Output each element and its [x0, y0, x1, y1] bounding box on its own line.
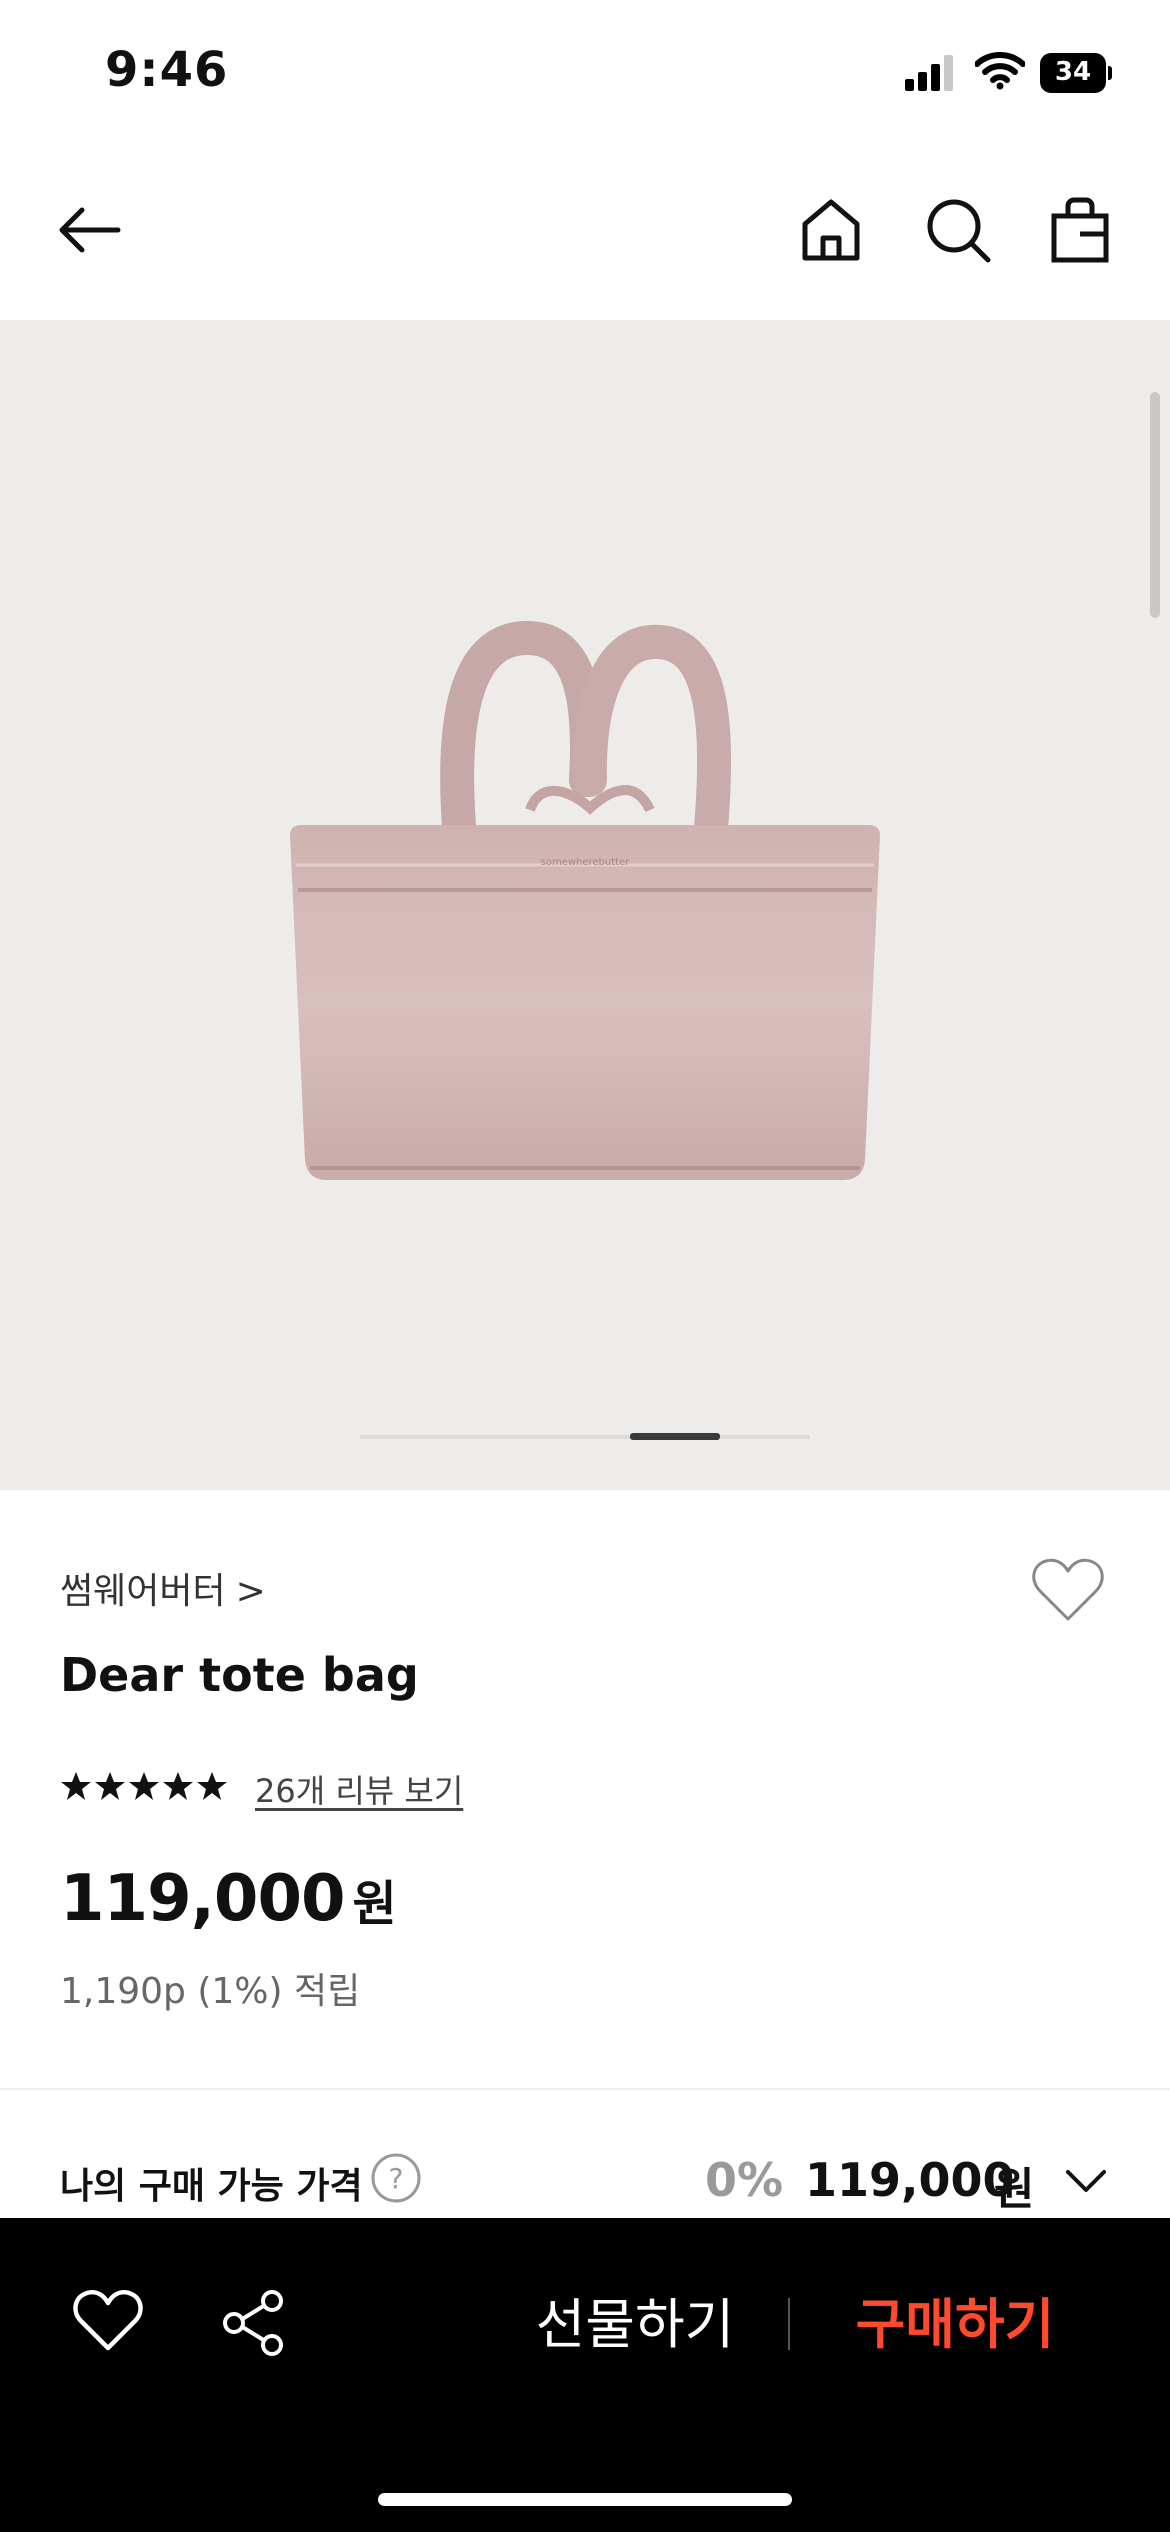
- my-price-value: 119,000: [805, 2153, 1015, 2207]
- rating-stars: [60, 1770, 230, 1806]
- heart-icon[interactable]: [72, 2288, 144, 2354]
- home-indicator[interactable]: [378, 2493, 792, 2506]
- my-price-unit: 원: [994, 2164, 1035, 2215]
- star-icon: [197, 1772, 227, 1800]
- back-arrow-icon[interactable]: [54, 194, 126, 266]
- star-icon: [95, 1772, 125, 1800]
- star-icon: [129, 1772, 159, 1800]
- status-time: 9:46: [105, 42, 229, 98]
- review-link[interactable]: 26개 리뷰 보기: [255, 1766, 463, 1812]
- search-icon[interactable]: [922, 194, 994, 266]
- shopping-bag-icon[interactable]: [1044, 194, 1116, 266]
- brand-name: 썸웨어버터: [60, 1571, 226, 1612]
- button-separator: [788, 2298, 790, 2350]
- product-name: Dear tote bag: [60, 1648, 419, 1702]
- gift-button[interactable]: 선물하기: [500, 2285, 770, 2365]
- wifi-icon: [975, 52, 1025, 90]
- status-bar: 9:46 34: [0, 0, 1170, 150]
- my-price-label: 나의 구매 가능 가격: [60, 2166, 363, 2207]
- star-icon: [61, 1772, 91, 1800]
- wishlist-heart-icon[interactable]: [1030, 1555, 1106, 1625]
- price-value: 119,000: [60, 1862, 345, 1936]
- top-nav: [0, 150, 1170, 320]
- share-icon[interactable]: [218, 2288, 288, 2358]
- brand-link[interactable]: 썸웨어버터 >: [60, 1562, 266, 1614]
- gallery-scrollbar[interactable]: [1150, 392, 1160, 618]
- help-question-icon[interactable]: ?: [370, 2152, 422, 2204]
- svg-text:?: ?: [389, 2162, 404, 2195]
- discount-rate: 0%: [705, 2153, 784, 2207]
- star-icon: [163, 1772, 193, 1800]
- battery-percentage: 34: [1054, 57, 1092, 87]
- gallery-pager-indicator: [630, 1433, 720, 1440]
- chevron-down-icon[interactable]: [1062, 2160, 1110, 2200]
- chevron-right-icon: >: [235, 1571, 266, 1612]
- price-row: 119,000 원: [60, 1862, 397, 1936]
- home-icon[interactable]: [795, 194, 867, 266]
- battery-icon: 34: [1040, 53, 1112, 93]
- price-unit: 원: [352, 1876, 397, 1932]
- divider: [0, 2088, 1170, 2090]
- reward-points: 1,190p (1%) 적립: [60, 1971, 361, 2012]
- product-image-tote-bag[interactable]: somewherebutter: [290, 620, 880, 1200]
- svg-text:somewherebutter: somewherebutter: [541, 857, 631, 868]
- bottom-action-bar: [0, 2218, 1170, 2532]
- gallery-pager-track: [360, 1435, 810, 1439]
- cellular-signal-icon: [905, 55, 953, 91]
- buy-button[interactable]: 구매하기: [840, 2285, 1070, 2365]
